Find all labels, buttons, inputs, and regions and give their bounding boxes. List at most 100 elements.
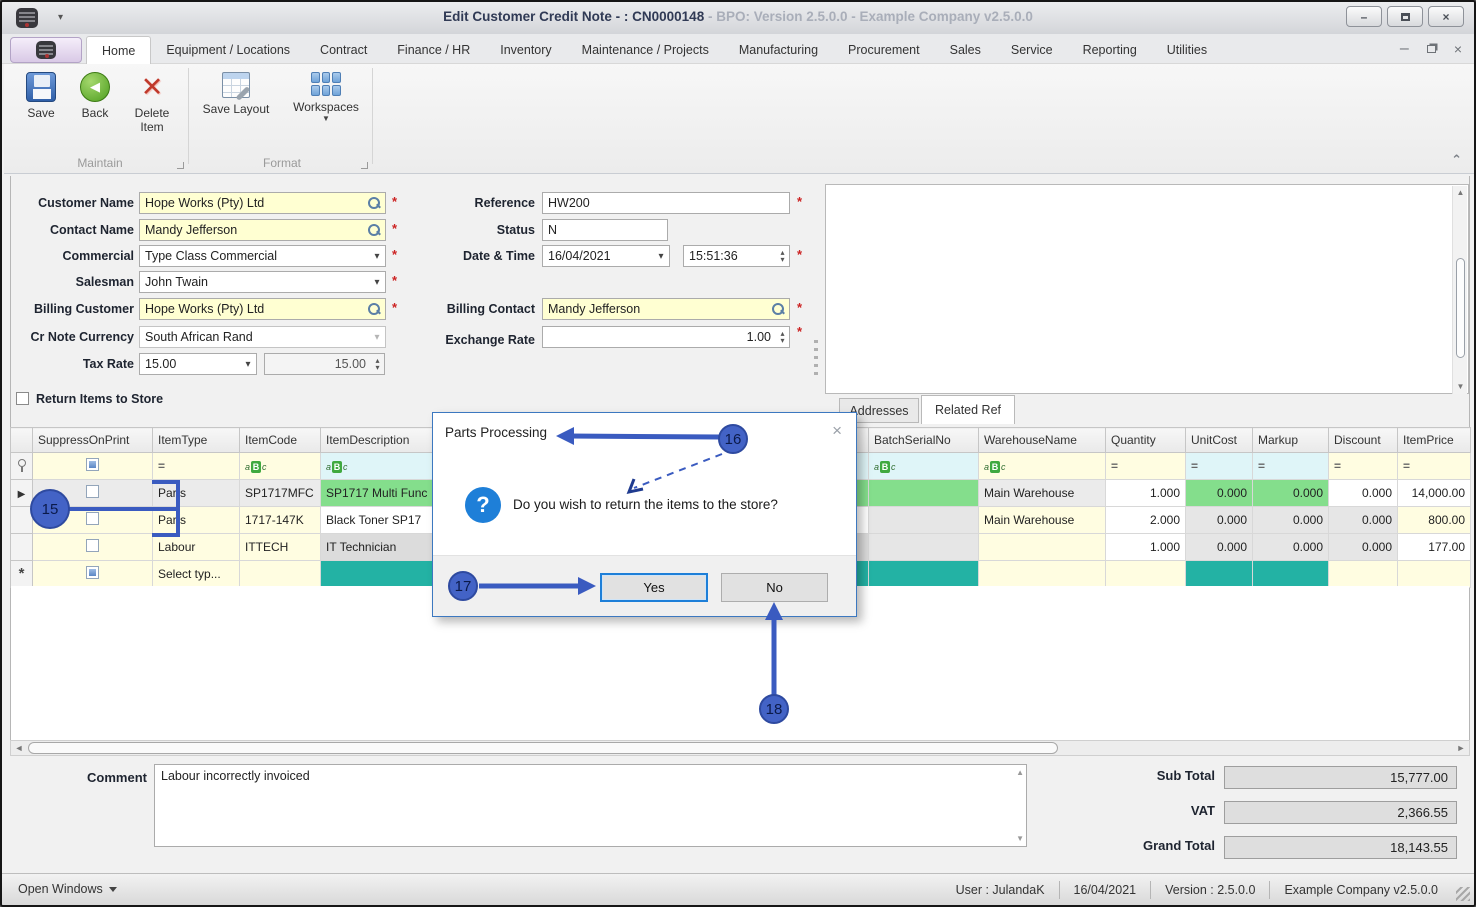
- workspaces-button[interactable]: Workspaces ▼: [286, 72, 366, 123]
- filter-unitcost[interactable]: =: [1185, 452, 1253, 480]
- cell-itemtype[interactable]: Select typ...: [152, 560, 240, 588]
- tab-equipment-locations[interactable]: Equipment / Locations: [151, 36, 305, 64]
- filter-quantity[interactable]: =: [1105, 452, 1186, 480]
- cell-itemcode[interactable]: 1717-147K: [239, 506, 321, 534]
- reference-field[interactable]: HW200: [542, 192, 790, 214]
- tab-home[interactable]: Home: [86, 36, 152, 64]
- time-field[interactable]: 15:51:36: [683, 245, 790, 267]
- cell-itemtype[interactable]: Parts: [152, 479, 240, 507]
- checkbox-icon[interactable]: [16, 392, 29, 405]
- billing-contact-field[interactable]: Mandy Jefferson: [542, 298, 790, 320]
- ribbon-restore-icon[interactable]: [1426, 45, 1436, 53]
- delete-item-button[interactable]: ✕ Delete Item: [122, 72, 182, 134]
- cell-discount[interactable]: 0.000: [1328, 479, 1398, 507]
- cell-itemtype[interactable]: Labour: [152, 533, 240, 561]
- col-header-markup[interactable]: Markup: [1252, 427, 1329, 453]
- ribbon-close-icon[interactable]: ×: [1454, 41, 1462, 57]
- exchange-rate-field[interactable]: 1.00: [542, 326, 790, 348]
- filter-suppress[interactable]: [32, 452, 153, 480]
- chevron-down-icon[interactable]: [369, 251, 385, 262]
- splitter-grip[interactable]: [814, 340, 818, 378]
- cell-unitcost[interactable]: 0.000: [1185, 533, 1253, 561]
- tab-utilities[interactable]: Utilities: [1152, 36, 1222, 64]
- scroll-left-icon[interactable]: ◄: [11, 741, 27, 755]
- vertical-scrollbar[interactable]: ▲ ▼: [1452, 186, 1467, 394]
- col-header-warehousename[interactable]: WarehouseName: [978, 427, 1106, 453]
- tab-maintenance-projects[interactable]: Maintenance / Projects: [567, 36, 724, 64]
- tab-sales[interactable]: Sales: [935, 36, 996, 64]
- cell-batchserialno[interactable]: [868, 533, 979, 561]
- scrollbar-thumb[interactable]: [28, 742, 1058, 754]
- no-button[interactable]: No: [721, 573, 828, 602]
- tab-service[interactable]: Service: [996, 36, 1068, 64]
- cell-warehousename[interactable]: [978, 533, 1106, 561]
- search-icon[interactable]: [366, 222, 382, 238]
- checkbox-icon[interactable]: [86, 566, 99, 579]
- scroll-down-icon[interactable]: ▼: [1453, 380, 1468, 394]
- cell-itemprice[interactable]: [1397, 560, 1471, 588]
- checkbox-icon[interactable]: [86, 458, 99, 471]
- group-corner-icon[interactable]: [361, 162, 368, 169]
- cell-quantity[interactable]: 1.000: [1105, 533, 1186, 561]
- commercial-dropdown[interactable]: Type Class Commercial: [139, 245, 386, 267]
- tab-inventory[interactable]: Inventory: [485, 36, 566, 64]
- cell-itemprice[interactable]: 177.00: [1397, 533, 1471, 561]
- open-windows-button[interactable]: Open Windows: [18, 882, 117, 896]
- checkbox-icon[interactable]: [86, 485, 99, 498]
- group-corner-icon[interactable]: [177, 162, 184, 169]
- yes-button[interactable]: Yes: [600, 573, 708, 602]
- billing-customer-field[interactable]: Hope Works (Pty) Ltd: [139, 298, 386, 320]
- tab-procurement[interactable]: Procurement: [833, 36, 935, 64]
- filter-batchserialno[interactable]: aBc: [868, 452, 979, 480]
- save-button[interactable]: Save: [16, 72, 66, 120]
- col-header-batchserialno[interactable]: BatchSerialNo: [868, 427, 979, 453]
- status-field[interactable]: N: [542, 219, 668, 241]
- cell-unitcost[interactable]: 0.000: [1185, 479, 1253, 507]
- scroll-up-icon[interactable]: ▲: [1016, 768, 1024, 777]
- cell-itemcode[interactable]: SP1717MFC: [239, 479, 321, 507]
- cell-quantity[interactable]: [1105, 560, 1186, 588]
- chevron-down-icon[interactable]: [369, 277, 385, 288]
- tax-rate-dropdown[interactable]: 15.00: [139, 353, 257, 375]
- application-menu-button[interactable]: [10, 37, 82, 63]
- cell-warehousename[interactable]: Main Warehouse: [978, 479, 1106, 507]
- scroll-right-icon[interactable]: ►: [1453, 741, 1469, 755]
- filter-itemtype[interactable]: =: [152, 452, 240, 480]
- filter-markup[interactable]: =: [1252, 452, 1329, 480]
- checkbox-icon[interactable]: [86, 512, 99, 525]
- search-icon[interactable]: [366, 195, 382, 211]
- cell-suppress[interactable]: [32, 560, 153, 588]
- cell-unitcost[interactable]: [1185, 560, 1253, 588]
- filter-itemcode[interactable]: aBc: [239, 452, 321, 480]
- cell-markup[interactable]: 0.000: [1252, 506, 1329, 534]
- col-header-quantity[interactable]: Quantity: [1105, 427, 1186, 453]
- cell-markup[interactable]: 0.000: [1252, 479, 1329, 507]
- collapse-ribbon-icon[interactable]: ⌃: [1451, 152, 1462, 168]
- col-header-itemprice[interactable]: ItemPrice: [1397, 427, 1471, 453]
- tab-finance-hr[interactable]: Finance / HR: [382, 36, 485, 64]
- minimize-button[interactable]: –: [1346, 6, 1382, 27]
- cell-itemprice[interactable]: 14,000.00: [1397, 479, 1471, 507]
- date-field[interactable]: 16/04/2021: [542, 245, 670, 267]
- tab-related-ref[interactable]: Related Ref: [921, 395, 1015, 424]
- col-header-unitcost[interactable]: UnitCost: [1185, 427, 1253, 453]
- cell-itemtype[interactable]: Parts: [152, 506, 240, 534]
- salesman-dropdown[interactable]: John Twain: [139, 271, 386, 293]
- scroll-down-icon[interactable]: ▼: [1016, 834, 1024, 843]
- dialog-close-icon[interactable]: ×: [832, 421, 842, 441]
- cell-batchserialno[interactable]: [868, 479, 979, 507]
- spinner-icon[interactable]: [776, 249, 789, 263]
- spinner-icon[interactable]: [776, 330, 789, 344]
- tab-manufacturing[interactable]: Manufacturing: [724, 36, 833, 64]
- close-button[interactable]: ×: [1428, 6, 1464, 27]
- maximize-button[interactable]: [1387, 6, 1423, 27]
- col-header-itemtype[interactable]: ItemType: [152, 427, 240, 453]
- cell-markup[interactable]: 0.000: [1252, 533, 1329, 561]
- cell-discount[interactable]: [1328, 560, 1398, 588]
- tab-contract[interactable]: Contract: [305, 36, 382, 64]
- cell-markup[interactable]: [1252, 560, 1329, 588]
- cell-quantity[interactable]: 2.000: [1105, 506, 1186, 534]
- horizontal-scrollbar[interactable]: ◄ ►: [10, 740, 1470, 756]
- ribbon-minimize-icon[interactable]: –: [1400, 40, 1409, 58]
- cell-unitcost[interactable]: 0.000: [1185, 506, 1253, 534]
